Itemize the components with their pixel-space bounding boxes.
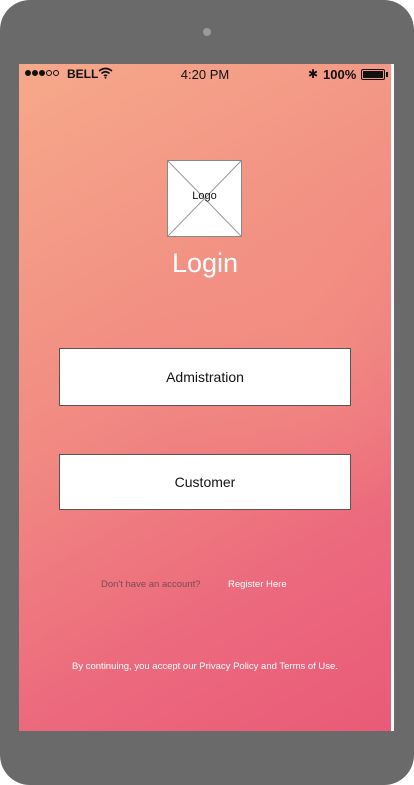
status-bar: BELL 4:20 PM ✱ 100%	[19, 64, 391, 84]
logo-label: Logo	[192, 190, 217, 202]
battery-icon	[361, 69, 388, 80]
camera-dot	[203, 28, 211, 36]
no-account-text: Don't have an account?	[101, 579, 201, 590]
app-screen: BELL 4:20 PM ✱ 100% Logo Login Admistrat…	[19, 64, 391, 731]
customer-login-button[interactable]: Customer	[59, 454, 351, 510]
screen-edge	[391, 64, 394, 731]
battery-percent: 100%	[323, 67, 357, 82]
page-title: Login	[171, 248, 239, 278]
logo-placeholder: Logo	[167, 160, 242, 237]
device-frame: BELL 4:20 PM ✱ 100% Logo Login Admistrat…	[0, 0, 414, 785]
bluetooth-icon: ✱	[308, 67, 319, 81]
terms-notice: By continuing, you accept our Privacy Po…	[72, 661, 338, 672]
register-link[interactable]: Register Here	[228, 579, 287, 590]
admin-login-button[interactable]: Admistration	[59, 348, 351, 406]
